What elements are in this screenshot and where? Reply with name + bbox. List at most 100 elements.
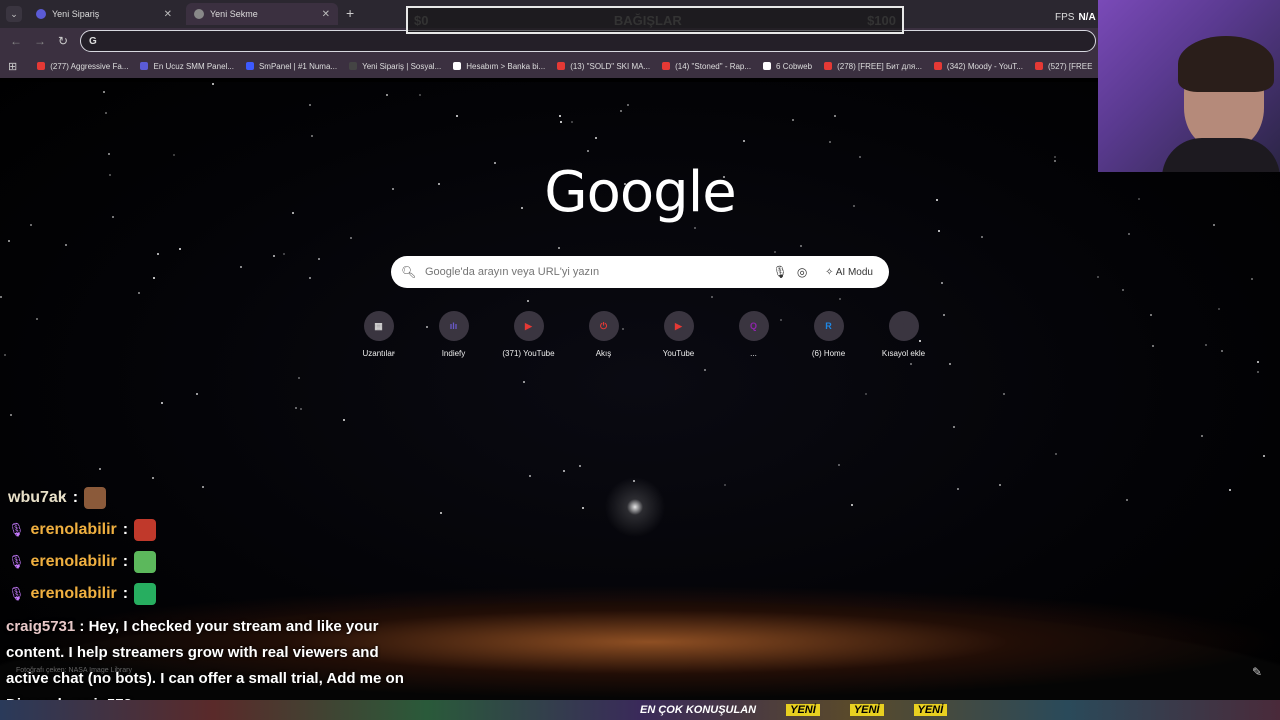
bookmark-favicon-icon — [37, 62, 46, 70]
microphone-icon: 🎙︎ — [8, 522, 25, 537]
star — [161, 402, 163, 404]
shortcut-icon: ▶ — [513, 311, 544, 341]
shortcut-label: Indiefy — [441, 349, 466, 358]
star — [1003, 393, 1005, 395]
star — [419, 94, 421, 96]
chat-username: craig5731 — [6, 618, 76, 635]
star — [1150, 314, 1152, 316]
star — [309, 104, 311, 106]
google-search-box[interactable]: 🔍︎ 🎙︎ ◎ ✧ AI Modu — [391, 256, 889, 288]
tab-title: Yeni Sipariş — [52, 9, 100, 19]
bookmark-favicon-icon — [1034, 62, 1043, 70]
webcam-feed — [1098, 0, 1280, 172]
bookmark-item[interactable]: Yeni Sipariş | Sosyal... — [349, 62, 441, 71]
ai-mode-label: AI Modu — [835, 266, 873, 278]
search-input[interactable] — [425, 266, 770, 278]
apps-grid-icon[interactable]: ⊞ — [8, 60, 17, 73]
star — [774, 251, 776, 253]
forward-arrow-icon[interactable]: → — [34, 34, 46, 48]
bookmark-item[interactable]: (342) Moody - YouT... — [933, 62, 1023, 71]
tab-yeni-sekme[interactable]: Yeni Sekme ✕ — [186, 3, 338, 25]
star — [440, 512, 442, 514]
star — [529, 475, 531, 477]
bookmark-item[interactable]: 6 Cobweb — [763, 62, 812, 71]
star — [300, 408, 302, 410]
microphone-icon[interactable]: 🎙︎ — [769, 265, 791, 279]
bookmark-favicon-icon — [557, 62, 566, 70]
star — [386, 94, 388, 96]
bookmark-label: (278) [FREE] Бит для... — [837, 61, 922, 71]
chat-colon: : — [122, 521, 129, 538]
screen: ⌄ Yeni Sipariş ✕ Yeni Sekme ✕ + FPS N/A ←… — [0, 0, 1280, 720]
star — [579, 465, 581, 467]
bookmark-item[interactable]: En Ucuz SMM Panel... — [140, 62, 234, 71]
star — [138, 292, 140, 294]
shortcut-icon: ▦ — [363, 311, 394, 341]
shortcut-tile[interactable]: ▶ YouTube — [641, 311, 716, 371]
star — [173, 154, 175, 156]
star — [1126, 499, 1128, 501]
tab-yeni-siparis[interactable]: Yeni Sipariş ✕ — [28, 3, 180, 25]
star — [1205, 344, 1207, 346]
star — [949, 363, 951, 365]
shortcut-tile[interactable]: ▶ (371) YouTube — [491, 311, 566, 371]
shortcut-tile[interactable]: ılı Indiefy — [416, 311, 491, 371]
bookmark-favicon-icon — [349, 62, 358, 70]
bookmark-label: (13) "SOLD" SKI MA... — [570, 61, 651, 71]
shortcut-tile[interactable]: ▦ Uzantılar — [341, 311, 416, 371]
address-input[interactable] — [107, 35, 1095, 47]
emote-icon — [84, 487, 107, 509]
emote-icon — [134, 519, 157, 541]
customize-pencil-icon[interactable]: ✎ — [1252, 665, 1262, 679]
star — [295, 407, 297, 409]
shortcut-tile[interactable]: ⏻ Akış — [566, 311, 641, 371]
bookmark-item[interactable]: Hesabım > Banka bi... — [453, 62, 545, 71]
ai-mode-button[interactable]: ✧ AI Modu — [819, 264, 879, 281]
star — [829, 141, 831, 143]
fps-value: N/A — [1078, 12, 1096, 23]
bookmark-item[interactable]: (13) "SOLD" SKI MA... — [557, 62, 650, 71]
chat-colon: : — [122, 553, 129, 570]
tab-favicon-icon — [36, 9, 46, 19]
star — [957, 488, 959, 490]
star — [582, 507, 584, 509]
star — [941, 282, 943, 284]
close-icon[interactable]: ✕ — [164, 9, 172, 20]
star — [1257, 361, 1259, 363]
streamer-hair — [1178, 36, 1274, 92]
star — [109, 174, 111, 176]
photo-credit[interactable]: Fotoğrafı çeken: NASA Image Library — [16, 667, 132, 674]
star — [153, 277, 155, 279]
lens-camera-icon[interactable]: ◎ — [791, 265, 813, 279]
bookmark-item[interactable]: (278) [FREE] Бит для... — [824, 62, 922, 71]
close-icon[interactable]: ✕ — [322, 9, 330, 20]
star — [1213, 224, 1215, 226]
star — [527, 300, 529, 302]
bookmark-item[interactable]: (527) [FREE — [1034, 62, 1092, 71]
new-tab-button[interactable]: + — [346, 5, 354, 21]
star — [1263, 455, 1265, 457]
star — [792, 119, 794, 121]
shortcut-tile[interactable]: R (6) Home — [791, 311, 866, 371]
back-arrow-icon[interactable]: ← — [10, 34, 22, 48]
star — [311, 135, 313, 137]
shortcut-tile[interactable]: + Kısayol ekle — [866, 311, 941, 371]
star — [936, 199, 938, 201]
star — [292, 212, 294, 214]
donation-goal: $100 — [867, 12, 896, 28]
tab-search-dropdown-icon[interactable]: ⌄ — [6, 6, 22, 22]
bookmark-item[interactable]: SmPanel | #1 Numa... — [245, 62, 337, 71]
reload-icon[interactable]: ↻ — [58, 34, 68, 48]
star — [838, 464, 840, 466]
bookmark-item[interactable]: (14) "Stoned" - Rap... — [662, 62, 751, 71]
bookmark-item[interactable]: (277) Aggressive Fa... — [37, 62, 128, 71]
shortcut-label: (371) YouTube — [502, 349, 555, 358]
microphone-icon: 🎙︎ — [8, 586, 25, 601]
ticker-badge: YENİ — [913, 704, 948, 716]
star — [1221, 350, 1223, 352]
shortcut-icon: R — [813, 311, 844, 341]
bookmark-label: (14) "Stoned" - Rap... — [675, 61, 752, 71]
star — [1152, 345, 1154, 347]
star — [595, 137, 597, 139]
shortcut-tile[interactable]: Q... — [716, 311, 791, 371]
